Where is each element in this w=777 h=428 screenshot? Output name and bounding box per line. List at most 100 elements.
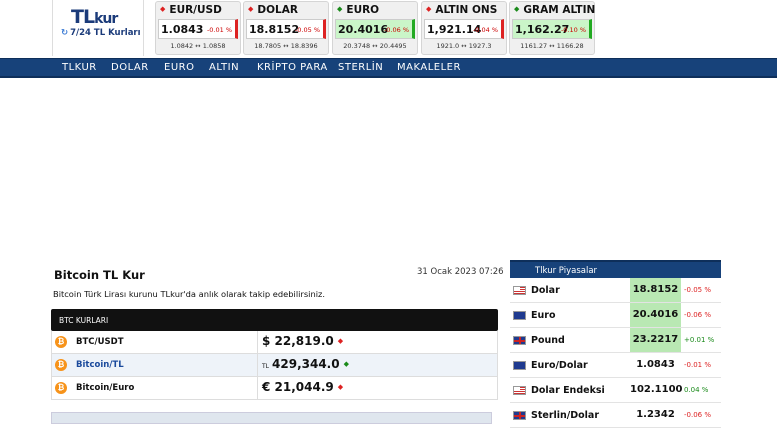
ticker-change: -0.06 % [383,26,409,34]
ticker-change: -0.01 % [206,26,232,34]
logo-tagline: 7/24 TL Kurları [70,28,141,38]
us-flag-icon [513,386,526,395]
table-row-bitcoin-euro[interactable]: ₿ Bitcoin/Euro € 21,044.9 ◆ [51,377,498,400]
market-value: 1.2342 [636,409,675,420]
market-row-dolar[interactable]: Dolar 18.8152 -0.05 % [510,278,721,303]
range-arrow-icon: ↔ [283,42,289,50]
ticker-name: GRAM ALTIN [523,4,596,16]
ticker-eurusd[interactable]: ◆ EUR/USD 1.0843 -0.01 % 1.0842 ↔ 1.0858 [155,1,241,55]
ticker-low: 18.7805 [254,42,282,50]
market-name: Pound [531,335,565,346]
nav-tlkur[interactable]: TLKUR [62,62,97,73]
eu-flag-icon [513,311,526,320]
uk-flag-icon [513,411,526,420]
down-arrow-icon: ◆ [337,383,344,391]
nav-kripto-para[interactable]: KRİPTO PARA [257,62,328,73]
ticker-change: -0.05 % [294,26,320,34]
range-arrow-icon: ↔ [195,42,201,50]
row-value: 22,819.0 [274,334,334,348]
up-arrow-icon: ◆ [343,360,349,368]
market-name: Dolar Endeksi [531,385,605,396]
market-value: 1.0843 [636,359,675,370]
up-arrow-icon: ◆ [514,5,520,13]
row-value: 429,344.0 [272,357,340,371]
market-change: +0.01 % [684,336,715,344]
page-date: 31 Ocak 2023 07:26 [417,267,504,277]
sidebar-title: Tlkur Piyasalar [510,260,721,278]
down-arrow-icon: ◆ [426,5,432,13]
main-nav: TLKUR DOLAR EURO ALTIN KRİPTO PARA STERL… [0,58,777,78]
nav-sterlin[interactable]: STERLİN [338,62,383,73]
market-row-euro[interactable]: Euro 20.4016 -0.06 % [510,303,721,328]
range-arrow-icon: ↔ [549,42,555,50]
nav-dolar[interactable]: DOLAR [111,62,149,73]
uk-flag-icon [513,336,526,345]
us-flag-icon [513,286,526,295]
row-name: BTC/USDT [76,337,124,347]
ticker-gram-altin[interactable]: ◆ GRAM ALTIN 1,162.27 -0.10 % 1161.27 ↔ 11… [509,1,595,55]
ticker-name: DOLAR [257,4,298,16]
up-arrow-icon: ◆ [337,5,343,13]
ticker-altin-ons[interactable]: ◆ ALTIN ONS 1,921.14 -0.04 % 1921.0 ↔ 1927… [421,1,507,55]
next-section-header [51,412,492,424]
ticker-high: 1.0858 [202,42,226,50]
nav-euro[interactable]: EURO [164,62,194,73]
header: TLkur ↻ 7/24 TL Kurları ◆ EUR/USD 1.0843 -0… [0,0,777,58]
table-row-bitcoin-tl[interactable]: ₿ Bitcoin/TL TL 429,344.0 ◆ [51,354,498,377]
nav-makaleler[interactable]: MAKALELER [397,62,461,73]
ticker-name: EUR/USD [169,4,222,16]
ticker-high: 1927.3 [468,42,492,50]
market-value: 102.1100 [630,384,683,395]
ticker-name: EURO [346,4,380,16]
ticker-high: 18.8396 [290,42,318,50]
market-name: Euro [531,310,556,321]
btc-table-header: BTC KURLARI [51,309,498,331]
market-name: Euro/Dolar [531,360,588,371]
market-row-sterlin-dolar[interactable]: Sterlin/Dolar 1.2342 -0.06 % [510,403,721,428]
sidebar-markets: Tlkur Piyasalar Dolar 18.8152 -0.05 % Eu… [510,260,721,428]
market-value: 23.2217 [630,328,681,352]
page-description: Bitcoin Türk Lirası kurunu TLkur'da anlı… [53,289,326,299]
market-change: -0.05 % [684,286,711,294]
market-row-pound[interactable]: Pound 23.2217 +0.01 % [510,328,721,353]
bitcoin-icon: ₿ [55,382,67,394]
ticker-value: 20.4016 [338,23,389,36]
row-currency: TL [262,363,270,370]
site-logo[interactable]: TLkur ↻ 7/24 TL Kurları [52,0,144,56]
market-change: 0.04 % [684,386,709,394]
ticker-high: 1166.28 [556,42,584,50]
ticker-low: 1.0842 [170,42,194,50]
ticker-euro[interactable]: ◆ EURO 20.4016 -0.06 % 20.3748 ↔ 20.4495 [332,1,418,55]
row-name[interactable]: Bitcoin/TL [76,360,124,370]
ticker-low: 1921.0 [436,42,460,50]
ticker-dolar[interactable]: ◆ DOLAR 18.8152 -0.05 % 18.7805 ↔ 18.8396 [243,1,329,55]
logo-brand-kur: kur [94,11,118,27]
range-arrow-icon: ↔ [461,42,467,50]
market-value: 18.8152 [630,278,681,302]
bitcoin-icon: ₿ [55,359,67,371]
down-arrow-icon: ◆ [160,5,166,13]
ticker-high: 20.4495 [379,42,407,50]
ticker-change: -0.04 % [472,26,498,34]
market-row-euro-dolar[interactable]: Euro/Dolar 1.0843 -0.01 % [510,353,721,378]
row-currency: € [262,380,271,394]
ticker-value: 18.8152 [249,23,300,36]
logo-brand-main: TL [71,6,95,28]
ticker-value: 1.0843 [161,23,204,36]
market-row-dolar-endeksi[interactable]: Dolar Endeksi 102.1100 0.04 % [510,378,721,403]
range-arrow-icon: ↔ [372,42,378,50]
ticker-name: ALTIN ONS [435,4,498,16]
row-value: 21,044.9 [274,380,334,394]
row-name: Bitcoin/Euro [76,383,135,393]
refresh-icon: ↻ [61,28,69,38]
ticker-low: 20.3748 [343,42,371,50]
market-value: 20.4016 [630,303,681,327]
market-change: -0.06 % [684,311,711,319]
market-name: Sterlin/Dolar [531,410,600,421]
market-change: -0.01 % [684,361,711,369]
market-name: Dolar [531,285,560,296]
down-arrow-icon: ◆ [248,5,254,13]
table-row-btcusdt[interactable]: ₿ BTC/USDT $ 22,819.0 ◆ [51,331,498,354]
market-change: -0.06 % [684,411,711,419]
nav-altin[interactable]: ALTIN [209,62,239,73]
